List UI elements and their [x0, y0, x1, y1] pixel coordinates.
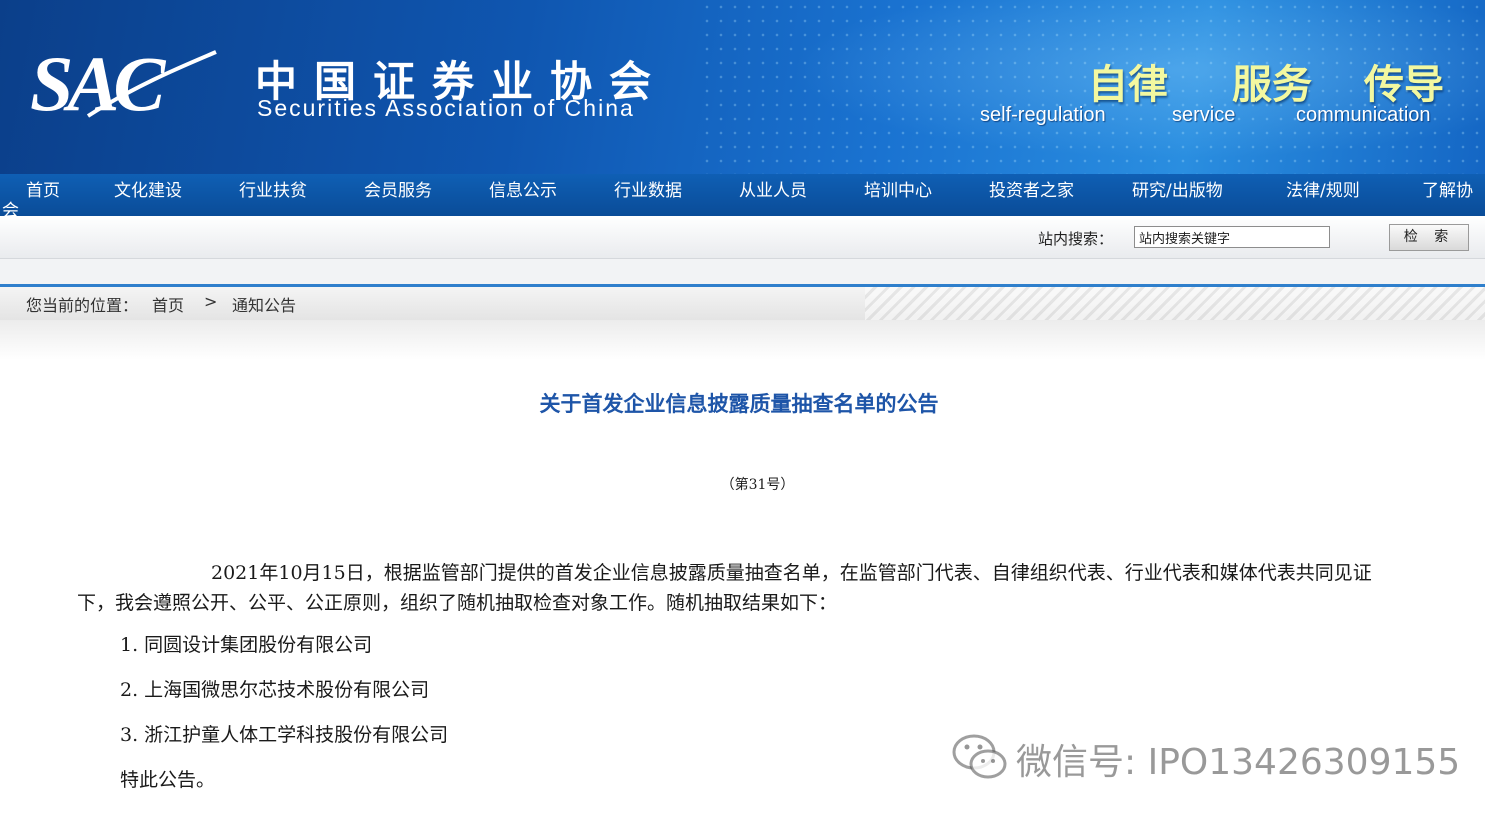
nav-item-laws[interactable]: 法律/规则 — [1286, 176, 1360, 201]
article-closing: 特此公告。 — [120, 769, 216, 791]
list-item: 1. 同圆设计集团股份有限公司 — [120, 634, 373, 656]
nav-item-culture[interactable]: 文化建设 — [114, 176, 182, 201]
nav-item-practitioners[interactable]: 从业人员 — [739, 176, 807, 201]
org-name-en: Securities Association of China — [257, 95, 635, 121]
main-nav: 首页 文化建设 行业扶贫 会员服务 信息公示 行业数据 从业人员 培训中心 投资… — [0, 174, 1485, 216]
breadcrumb-prefix: 您当前的位置： — [26, 296, 139, 315]
site-banner: SAC 中国证券业协会 Securities Association of Ch… — [0, 0, 1485, 174]
watermark-text: 微信号: IPO13426309155 — [1016, 742, 1461, 783]
list-item: 2. 上海国微思尔芯技术股份有限公司 — [120, 679, 430, 701]
breadcrumb-home-link[interactable]: 首页 — [152, 292, 184, 316]
slogan-self-regulation: 自律 — [1088, 62, 1168, 108]
nav-item-industry-data[interactable]: 行业数据 — [614, 176, 682, 201]
content-top-fade — [0, 320, 1485, 360]
search-bar: 站内搜索： 检 索 — [0, 216, 1485, 259]
slogan-en-communication: communication — [1296, 104, 1431, 126]
slogan-en-self-regulation: self-regulation — [980, 104, 1106, 126]
search-button[interactable]: 检 索 — [1389, 224, 1469, 251]
nav-item-about-wrap[interactable]: 会 — [2, 196, 19, 216]
slogan-en-service: service — [1172, 104, 1236, 126]
nav-item-about[interactable]: 了解协 — [1422, 176, 1473, 201]
nav-item-home[interactable]: 首页 — [26, 176, 60, 201]
nav-item-disclosure[interactable]: 信息公示 — [489, 176, 557, 201]
article-title: 关于首发企业信息披露质量抽查名单的公告 — [539, 392, 939, 416]
article-paragraph: 2021年10月15日，根据监管部门提供的首发企业信息披露质量抽查名单，在监管部… — [77, 562, 1372, 614]
sac-logo[interactable]: SAC — [28, 44, 218, 122]
search-input[interactable] — [1134, 226, 1330, 248]
breadcrumb-current[interactable]: 通知公告 — [232, 292, 296, 316]
list-item: 3. 浙江护童人体工学科技股份有限公司 — [120, 724, 449, 746]
article-number: （第31号） — [720, 477, 795, 493]
nav-item-member-service[interactable]: 会员服务 — [364, 176, 432, 201]
slogan-service: 服务 — [1232, 62, 1312, 108]
breadcrumb-separator: > — [204, 292, 218, 311]
nav-item-poverty-relief[interactable]: 行业扶贫 — [239, 176, 307, 201]
search-label: 站内搜索： — [1038, 230, 1114, 248]
nav-item-training[interactable]: 培训中心 — [864, 176, 932, 201]
slogan-communication: 传导 — [1364, 62, 1444, 108]
search-bar-strip — [0, 259, 1485, 284]
nav-item-research[interactable]: 研究/出版物 — [1132, 176, 1223, 201]
nav-item-investors[interactable]: 投资者之家 — [989, 176, 1074, 201]
breadcrumb-stripe-pattern — [865, 287, 1485, 320]
wechat-icon — [952, 734, 1007, 779]
breadcrumb: 您当前的位置： 首页 > 通知公告 — [0, 287, 1485, 320]
